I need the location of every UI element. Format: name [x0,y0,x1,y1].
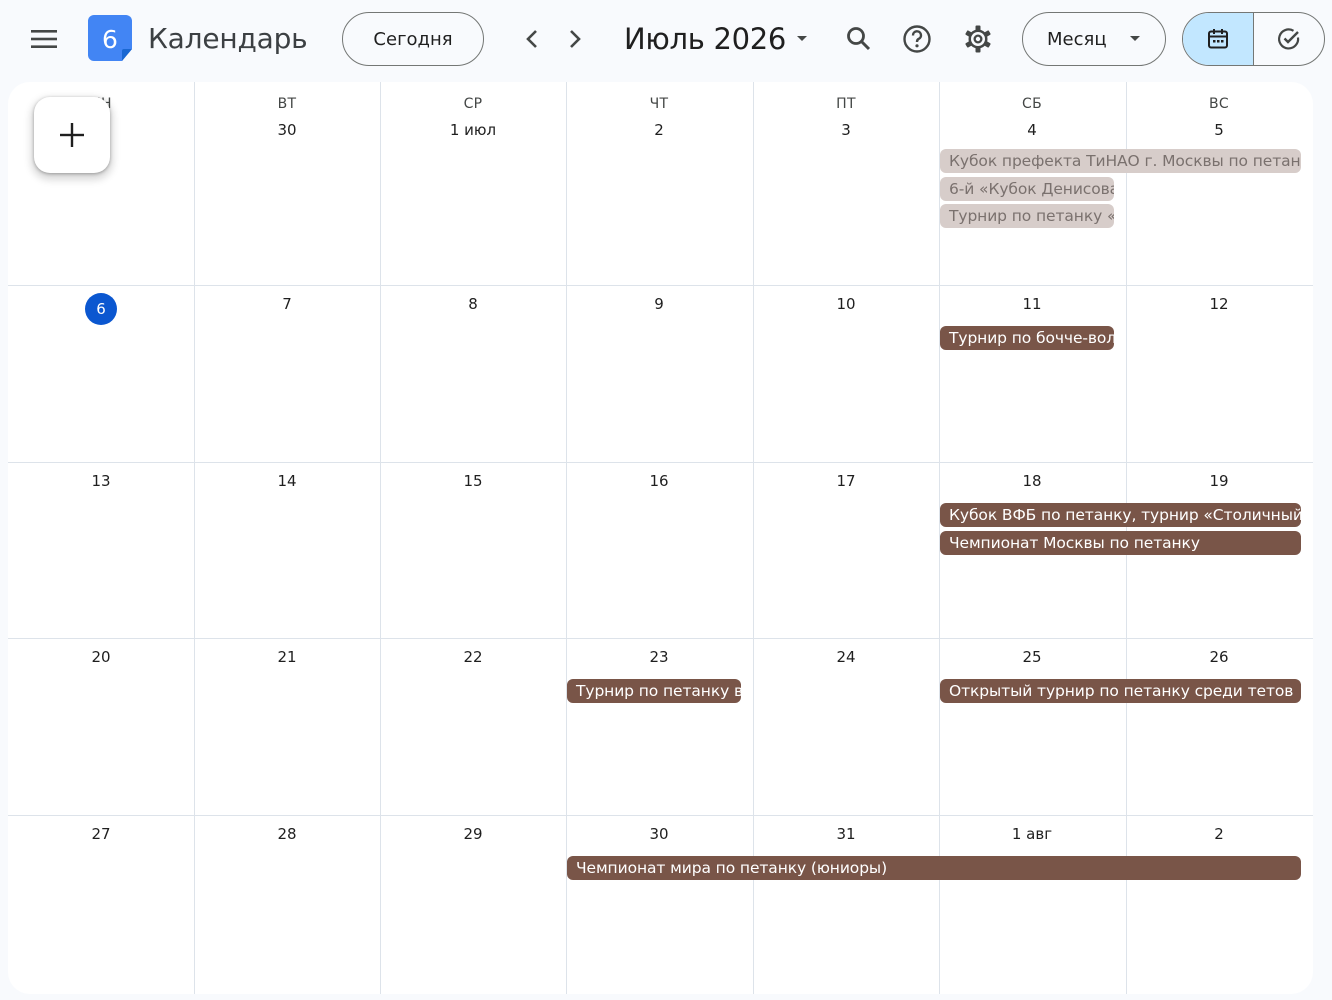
weekday-header: СБ [1022,96,1042,112]
day-number[interactable]: 17 [753,472,939,490]
day-number[interactable]: 25 [939,648,1125,666]
day-number[interactable]: 18 [939,472,1125,490]
row-divider [8,815,1313,816]
view-switcher-button[interactable]: Месяц [1022,12,1166,66]
weekday-header: ВТ [277,96,297,112]
day-number[interactable]: 11 [939,295,1125,313]
month-grid: ПНВТСРЧТПТСБВС29301 июл23456789101112131… [8,82,1313,994]
help-icon [903,25,931,53]
next-month-button[interactable] [554,18,596,60]
month-picker[interactable]: Июль 2026 [624,22,808,56]
day-number[interactable]: 10 [753,295,939,313]
view-label: Месяц [1047,28,1107,50]
day-number[interactable]: 5 [1126,121,1312,139]
day-number[interactable]: 21 [194,648,380,666]
weekday-header: СР [463,96,483,112]
day-number[interactable]: 9 [566,295,752,313]
column-divider [380,82,381,994]
event-chip[interactable]: Чемпионат мира по петанку (юниоры) [567,856,1301,880]
event-chip[interactable]: Турнир по петанку « [940,204,1114,228]
settings-button[interactable] [955,16,1001,62]
day-number[interactable]: 13 [8,472,194,490]
day-number[interactable]: 23 [566,648,752,666]
caret-down-icon [1129,36,1140,41]
event-chip[interactable]: Чемпионат Москвы по петанку [940,530,1301,555]
help-button[interactable] [894,16,940,62]
logo-day-number: 6 [102,24,118,54]
calendar-mode-button[interactable] [1183,13,1254,65]
day-number[interactable]: 12 [1126,295,1312,313]
day-number[interactable]: 26 [1126,648,1312,666]
day-number[interactable]: 31 [753,825,939,843]
event-chip[interactable]: Кубок префекта ТиНАО г. Москвы по петанк… [940,149,1301,173]
top-app-bar: 6 Календарь Сегодня Июль 2026 Месяц [0,0,1332,80]
plus-icon [60,123,84,147]
today-date[interactable]: 6 [8,293,194,325]
row-divider [8,462,1313,463]
current-month-label: Июль 2026 [624,22,787,56]
column-divider [566,82,567,994]
day-number[interactable]: 2 [1126,825,1312,843]
event-chip[interactable]: Открытый турнир по петанку среди тетов [940,679,1301,703]
create-event-button[interactable] [34,97,110,173]
gear-icon [965,25,991,53]
hamburger-menu-icon [31,30,57,48]
row-divider [8,285,1313,286]
day-number[interactable]: 1 июл [380,121,566,139]
day-number[interactable]: 1 авг [939,825,1125,843]
day-number[interactable]: 28 [194,825,380,843]
day-number[interactable]: 4 [939,121,1125,139]
app-title: Календарь [148,22,308,55]
event-chip[interactable]: Турнир по петанку в [567,679,741,703]
today-date-label: 6 [85,293,117,325]
weekday-header: ВС [1209,96,1229,112]
day-number[interactable]: 29 [380,825,566,843]
day-number[interactable]: 22 [380,648,566,666]
day-number[interactable]: 3 [753,121,939,139]
chevron-right-icon [570,30,581,48]
task-check-icon [1277,28,1299,50]
caret-down-icon [797,36,808,41]
tasks-mode-button[interactable] [1254,13,1325,65]
event-chip[interactable]: Кубок ВФБ по петанку, турнир «Столичный [940,503,1301,527]
search-icon [847,27,871,51]
calendar-logo-icon: 6 [88,15,132,61]
day-number[interactable]: 14 [194,472,380,490]
event-chip[interactable]: 6-й «Кубок Денисова» [940,176,1114,201]
day-number[interactable]: 30 [566,825,752,843]
day-number[interactable]: 30 [194,121,380,139]
row-divider [8,638,1313,639]
day-number[interactable]: 20 [8,648,194,666]
weekday-header: ПТ [836,96,856,112]
calendar-tasks-toggle [1182,12,1325,66]
day-number[interactable]: 24 [753,648,939,666]
day-number[interactable]: 7 [194,295,380,313]
day-number[interactable]: 2 [566,121,752,139]
column-divider [194,82,195,994]
event-chip[interactable]: Турнир по бочче-волле [940,326,1114,350]
main-menu-button[interactable] [20,17,68,61]
weekday-header: ЧТ [649,96,669,112]
search-button[interactable] [836,16,882,62]
day-number[interactable]: 8 [380,295,566,313]
day-number[interactable]: 15 [380,472,566,490]
previous-month-button[interactable] [511,18,553,60]
day-number[interactable]: 16 [566,472,752,490]
today-button[interactable]: Сегодня [342,12,484,66]
day-number[interactable]: 19 [1126,472,1312,490]
chevron-left-icon [526,30,537,48]
day-number[interactable]: 27 [8,825,194,843]
calendar-icon [1207,29,1228,49]
